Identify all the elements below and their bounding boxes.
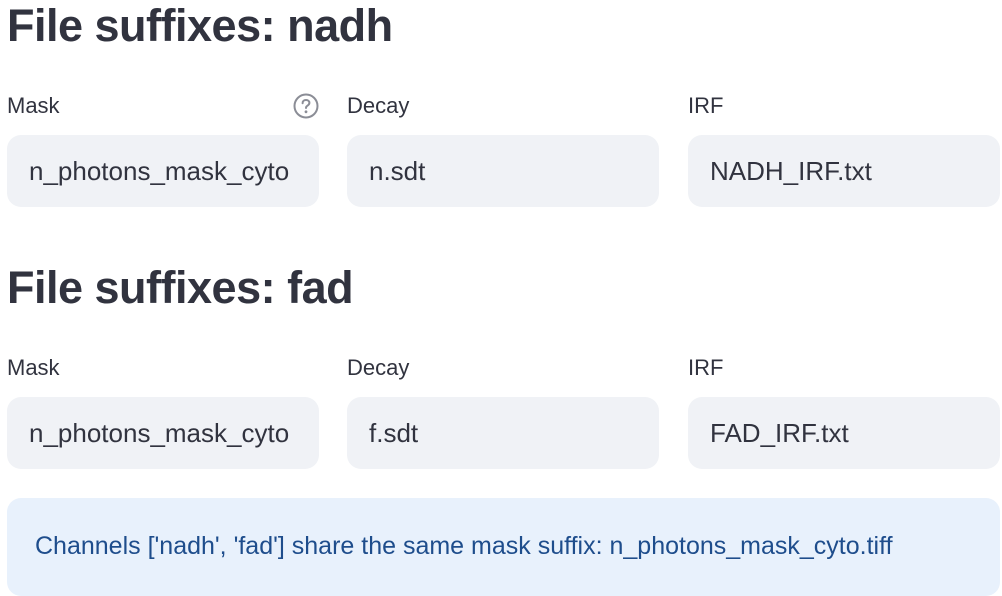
info-message: Channels ['nadh', 'fad'] share the same … bbox=[35, 532, 893, 560]
nadh-irf-field: IRF bbox=[688, 90, 1000, 207]
fad-irf-label: IRF bbox=[688, 355, 724, 380]
nadh-mask-input[interactable] bbox=[7, 135, 319, 207]
nadh-decay-input[interactable] bbox=[347, 135, 659, 207]
fad-decay-input[interactable] bbox=[347, 397, 659, 469]
nadh-mask-field: Mask bbox=[7, 90, 319, 207]
fad-irf-input[interactable] bbox=[688, 397, 1000, 469]
fad-mask-field: Mask bbox=[7, 352, 319, 469]
nadh-suffix-row: Mask Decay IRF bbox=[0, 90, 1002, 210]
nadh-decay-field: Decay bbox=[347, 90, 659, 207]
question-circle-icon[interactable] bbox=[293, 93, 319, 119]
nadh-mask-label: Mask bbox=[7, 93, 60, 118]
section-title-nadh: File suffixes: nadh bbox=[7, 0, 393, 51]
fad-decay-field: Decay bbox=[347, 352, 659, 469]
fad-irf-field: IRF bbox=[688, 352, 1000, 469]
nadh-irf-label: IRF bbox=[688, 93, 724, 118]
section-title-fad: File suffixes: fad bbox=[7, 262, 354, 313]
shared-mask-info-alert: Channels ['nadh', 'fad'] share the same … bbox=[7, 498, 1000, 596]
file-suffixes-page: File suffixes: nadh Mask Decay bbox=[0, 0, 1002, 596]
fad-decay-label: Decay bbox=[347, 355, 410, 380]
fad-mask-input[interactable] bbox=[7, 397, 319, 469]
nadh-decay-label: Decay bbox=[347, 93, 410, 118]
fad-suffix-row: Mask Decay IRF bbox=[0, 352, 1002, 472]
nadh-irf-input[interactable] bbox=[688, 135, 1000, 207]
fad-mask-label: Mask bbox=[7, 355, 60, 380]
